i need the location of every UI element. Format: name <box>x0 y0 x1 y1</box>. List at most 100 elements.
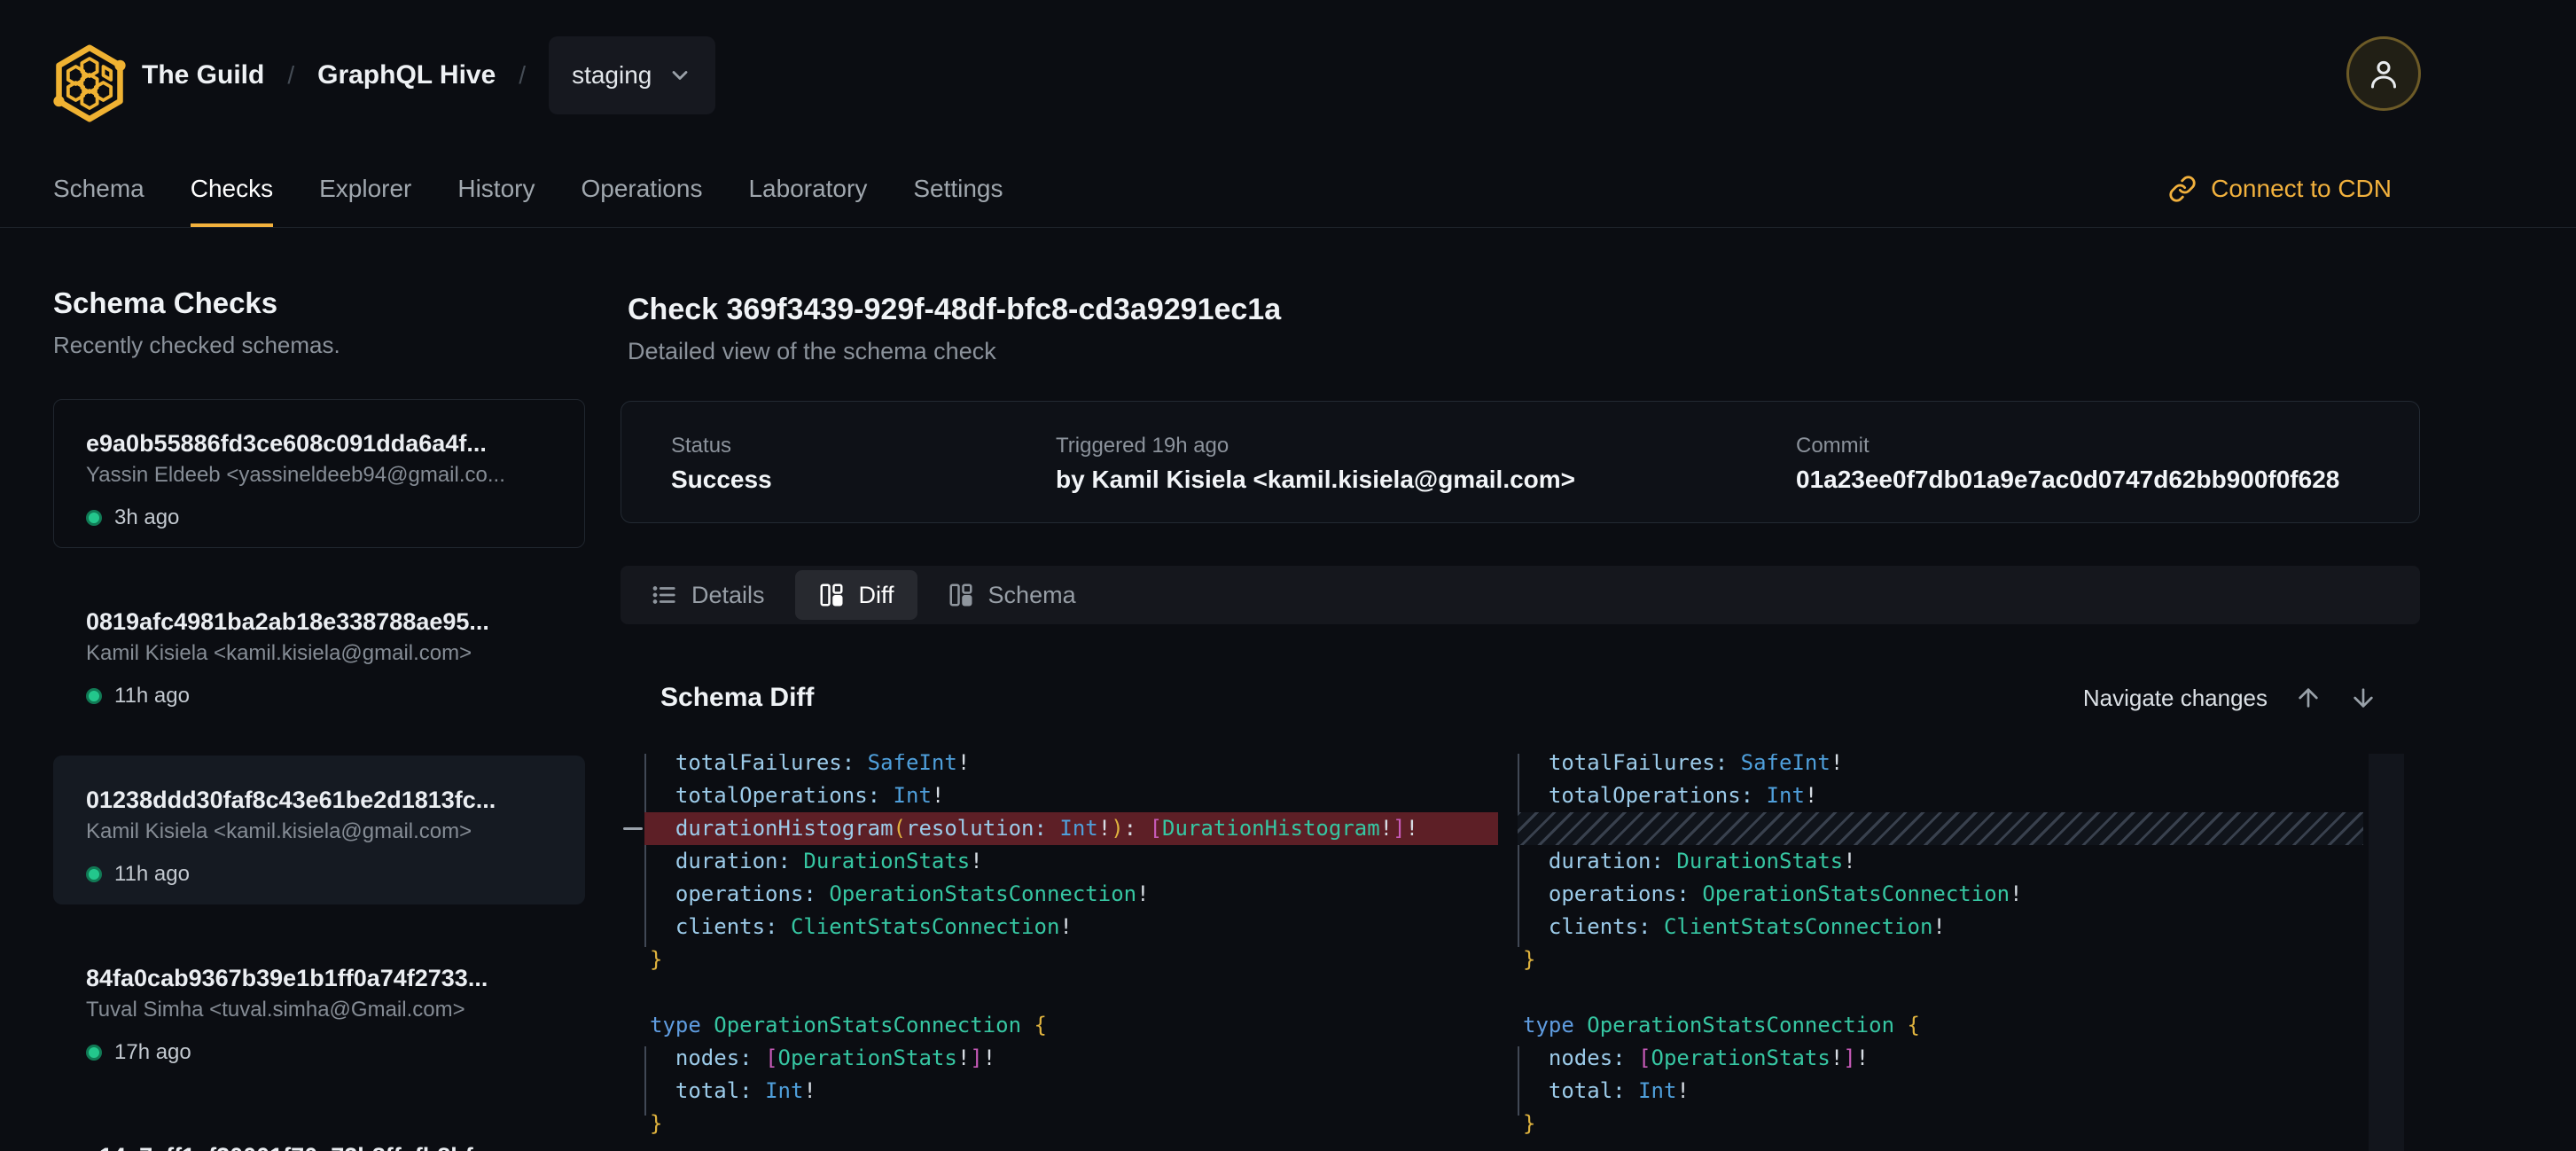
schema-checks-sidebar: Schema Checks Recently checked schemas. … <box>53 286 585 1151</box>
code-line <box>1518 976 2363 1009</box>
status-dot-icon <box>86 510 102 526</box>
code-before: totalFailures: SafeInt! totalOperations:… <box>644 754 1498 1140</box>
code-line: } <box>644 944 1498 976</box>
removed-line-gutter-marker <box>623 827 643 830</box>
code-line: operations: OperationStatsConnection! <box>644 878 1498 911</box>
nav-tab-settings[interactable]: Settings <box>913 150 1003 227</box>
nav-tab-operations[interactable]: Operations <box>581 150 702 227</box>
target-select[interactable]: staging <box>549 36 715 114</box>
check-list: e9a0b55886fd3ce608c091dda6a4f... Yassin E… <box>53 399 585 1151</box>
view-tab-label: Diff <box>859 582 894 609</box>
nav-tab-checks[interactable]: Checks <box>191 150 273 227</box>
primary-nav: Schema Checks Explorer History Operations Lab… <box>53 150 1003 227</box>
status-card: Status Success Triggered 19h ago by Kami… <box>621 401 2420 523</box>
check-card[interactable]: 01238ddd30faf8c43e61be2d1813fc... Kamil K… <box>53 756 585 904</box>
code-line: operations: OperationStatsConnection! <box>1518 878 2363 911</box>
code-line: duration: DurationStats! <box>1518 845 2363 878</box>
check-hash: 84fa0cab9367b39e1b1ff0a74f2733... <box>86 965 552 992</box>
code-line: totalOperations: Int! <box>644 779 1498 812</box>
status-dot-icon <box>86 1045 102 1061</box>
diff-pane-before: totalFailures: SafeInt! totalOperations:… <box>644 754 1498 1151</box>
code-line: totalFailures: SafeInt! <box>1518 754 2363 779</box>
code-line <box>644 976 1498 1009</box>
check-hash: 0819afc4981ba2ab18e338788ae95... <box>86 608 552 636</box>
check-time: 17h ago <box>114 1040 191 1065</box>
code-line: total: Int! <box>644 1075 1498 1108</box>
check-card[interactable]: 84fa0cab9367b39e1b1ff0a74f2733... Tuval S… <box>53 934 585 1083</box>
check-time-row: 11h ago <box>86 684 552 709</box>
status-column: Status Success <box>671 434 772 494</box>
code-line: duration: DurationStats! <box>644 845 1498 878</box>
nav-tab-laboratory[interactable]: Laboratory <box>748 150 867 227</box>
code-line: totalFailures: SafeInt! <box>644 754 1498 779</box>
schema-diff-editor[interactable]: totalFailures: SafeInt! totalOperations:… <box>621 754 2420 1151</box>
check-time-row: 17h ago <box>86 1040 552 1065</box>
code-line: clients: ClientStatsConnection! <box>1518 911 2363 944</box>
nav-tab-history[interactable]: History <box>457 150 535 227</box>
diff-removed-line: durationHistogram(resolution: Int!): [Du… <box>644 812 1498 845</box>
check-author: Kamil Kisiela <kamil.kisiela@gmail.com> <box>86 641 552 666</box>
user-icon <box>2366 56 2401 91</box>
status-value: Success <box>671 466 772 494</box>
view-tab-schema[interactable]: Schema <box>925 570 1099 620</box>
chevron-down-icon <box>667 63 692 88</box>
page-subtitle: Detailed view of the schema check <box>628 338 2420 365</box>
target-select-value: staging <box>572 61 652 90</box>
user-avatar-button[interactable] <box>2346 36 2421 111</box>
check-detail-main: Check 369f3439-929f-48df-bfc8-cd3a9291ec… <box>621 293 2420 1151</box>
view-tab-label: Schema <box>988 582 1076 609</box>
check-card[interactable]: e9a0b55886fd3ce608c091dda6a4f... Yassin E… <box>53 399 585 548</box>
view-tab-label: Details <box>691 582 765 609</box>
code-line: totalOperations: Int! <box>1518 779 2363 812</box>
navigate-changes-group: Navigate changes <box>2083 684 2377 712</box>
connect-to-cdn-button[interactable]: Connect to CDN <box>2168 150 2392 227</box>
triggered-label: Triggered 19h ago <box>1056 434 1575 458</box>
check-hash: e9a0b55886fd3ce608c091dda6a4f... <box>86 430 552 458</box>
check-author: Yassin Eldeeb <yassineldeeb94@gmail.co..… <box>86 463 552 488</box>
commit-value: 01a23ee0f7db01a9e7ac0d0747d62bb900f0f628 <box>1796 466 2339 494</box>
schema-diff-header: Schema Diff Navigate changes <box>621 683 2420 713</box>
app-header: The Guild / GraphQL Hive / staging Schem… <box>0 0 2576 228</box>
code-line: nodes: [OperationStats!]! <box>644 1042 1498 1075</box>
code-after: totalFailures: SafeInt! totalOperations:… <box>1518 754 2363 1140</box>
check-card[interactable]: 0819afc4981ba2ab18e338788ae95... Kamil Ki… <box>53 577 585 726</box>
schema-diff-title: Schema Diff <box>660 683 814 713</box>
diff-collapsed-region <box>1518 812 2363 845</box>
diff-scrollbar[interactable] <box>2369 754 2404 1151</box>
link-icon <box>2168 175 2197 203</box>
status-dot-icon <box>86 688 102 704</box>
check-hash: 01238ddd30faf8c43e61be2d1813fc... <box>86 787 552 814</box>
check-author: Kamil Kisiela <kamil.kisiela@gmail.com> <box>86 819 552 844</box>
status-label: Status <box>671 434 772 458</box>
commit-column: Commit 01a23ee0f7db01a9e7ac0d0747d62bb90… <box>1796 434 2339 494</box>
check-time: 3h ago <box>114 505 179 530</box>
arrow-down-icon[interactable] <box>2349 684 2377 712</box>
breadcrumb-project[interactable]: GraphQL Hive <box>317 60 496 90</box>
nav-tab-explorer[interactable]: Explorer <box>319 150 411 227</box>
triggered-column: Triggered 19h ago by Kamil Kisiela <kami… <box>1056 434 1575 494</box>
code-line: type OperationStatsConnection { <box>644 1009 1498 1042</box>
code-line: clients: ClientStatsConnection! <box>644 911 1498 944</box>
code-line: } <box>1518 944 2363 976</box>
navigate-changes-label: Navigate changes <box>2083 685 2268 712</box>
view-tab-diff[interactable]: Diff <box>795 570 917 620</box>
check-card[interactable]: c14e7eff1ef30001f70e72b8ffefb8bf... <box>53 1112 585 1151</box>
code-line: type OperationStatsConnection { <box>1518 1009 2363 1042</box>
commit-label: Commit <box>1796 434 2339 458</box>
triggered-value: by Kamil Kisiela <kamil.kisiela@gmail.co… <box>1056 466 1575 494</box>
check-view-tabs: Details Diff Schema <box>621 566 2420 624</box>
check-time: 11h ago <box>114 684 190 709</box>
breadcrumb-separator: / <box>287 61 294 90</box>
app-root: The Guild / GraphQL Hive / staging Schem… <box>0 0 2576 1151</box>
check-time: 11h ago <box>114 862 190 887</box>
code-line: } <box>644 1108 1498 1140</box>
breadcrumb-org[interactable]: The Guild <box>142 60 264 90</box>
diff-columns-icon <box>818 582 845 608</box>
hive-honeycomb-logo[interactable] <box>49 43 130 124</box>
check-author: Tuval Simha <tuval.simha@Gmail.com> <box>86 998 552 1022</box>
nav-tab-schema[interactable]: Schema <box>53 150 144 227</box>
schema-columns-icon <box>948 582 974 608</box>
arrow-up-icon[interactable] <box>2294 684 2322 712</box>
view-tab-details[interactable]: Details <box>628 570 788 620</box>
breadcrumb-separator: / <box>519 61 526 90</box>
